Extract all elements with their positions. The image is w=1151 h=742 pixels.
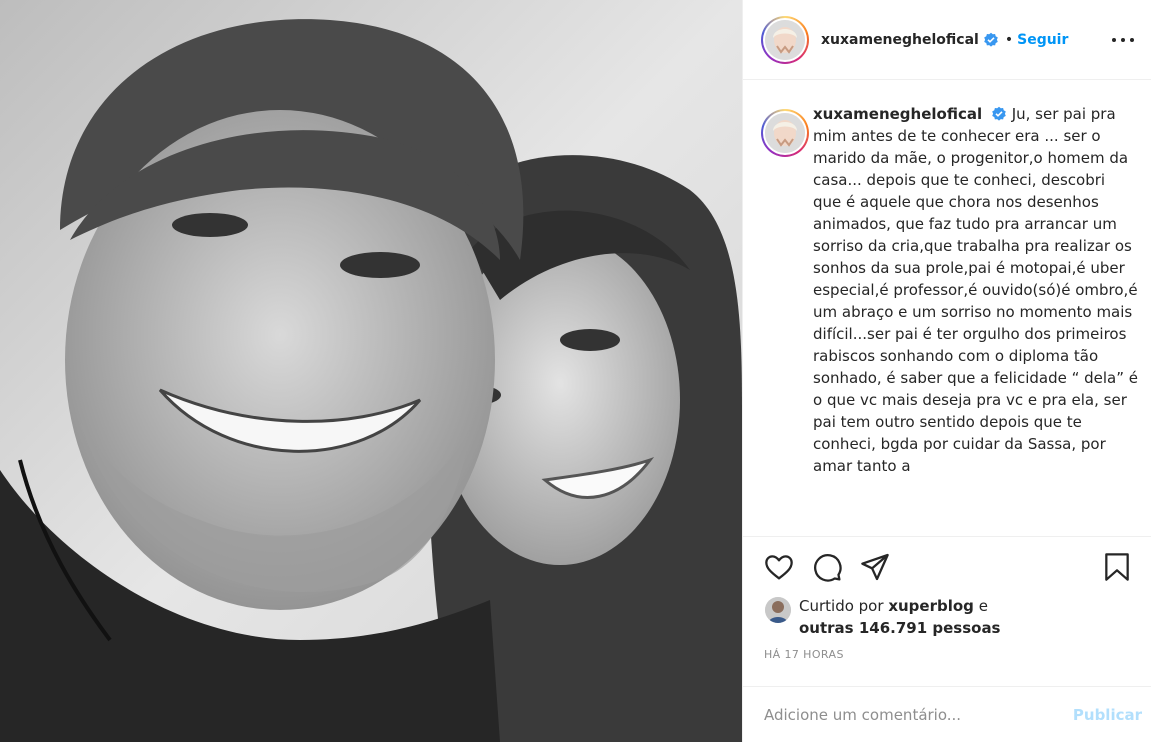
likes-summary: Curtido por xuperblog e outras 146.791 p… xyxy=(765,595,1135,639)
post-actions: Curtido por xuperblog e outras 146.791 p… xyxy=(743,536,1151,742)
publish-button[interactable]: Publicar xyxy=(1073,706,1142,724)
post-photo[interactable] xyxy=(0,0,742,742)
heart-icon[interactable] xyxy=(763,551,795,583)
likes-count-link[interactable]: outras 146.791 pessoas xyxy=(799,619,1001,637)
header-separator: • xyxy=(1004,31,1014,48)
bookmark-icon[interactable] xyxy=(1101,551,1133,583)
liked-by-user[interactable]: xuperblog xyxy=(888,597,974,615)
comments-scroll-area[interactable]: xuxameneghelofical Ju, ser pai pra mim a… xyxy=(743,81,1151,536)
liker-avatar[interactable] xyxy=(765,597,791,623)
post-timestamp[interactable]: HÁ 17 HORAS xyxy=(764,648,844,661)
likes-conjunction: e xyxy=(978,597,988,615)
caption-username[interactable]: xuxameneghelofical xyxy=(813,105,982,123)
comment-bar: Publicar xyxy=(743,686,1151,742)
post-photo-illustration xyxy=(0,0,742,742)
share-icon[interactable] xyxy=(859,551,891,583)
follow-button[interactable]: Seguir xyxy=(1017,32,1068,48)
author-username[interactable]: xuxameneghelofical xyxy=(821,32,979,48)
more-options-icon[interactable] xyxy=(1112,30,1134,50)
likes-prefix: Curtido por xyxy=(799,597,884,615)
verified-badge-icon xyxy=(991,106,1007,122)
author-avatar[interactable] xyxy=(761,15,809,64)
post-side-panel: xuxameneghelofical • Seguir xuxameneghel… xyxy=(742,0,1151,742)
caption-avatar-image xyxy=(765,113,805,153)
comment-icon[interactable] xyxy=(811,551,843,583)
caption-body: Ju, ser pai pra mim antes de te conhecer… xyxy=(813,105,1139,475)
verified-badge-icon xyxy=(983,32,999,48)
caption: xuxameneghelofical Ju, ser pai pra mim a… xyxy=(813,103,1138,477)
instagram-post: xuxameneghelofical • Seguir xuxameneghel… xyxy=(0,0,1151,742)
post-header: xuxameneghelofical • Seguir xyxy=(743,0,1151,80)
action-bar xyxy=(763,551,1133,585)
comment-input[interactable] xyxy=(764,706,1073,724)
caption-author-avatar[interactable] xyxy=(761,109,809,157)
author-avatar-image xyxy=(765,19,805,60)
